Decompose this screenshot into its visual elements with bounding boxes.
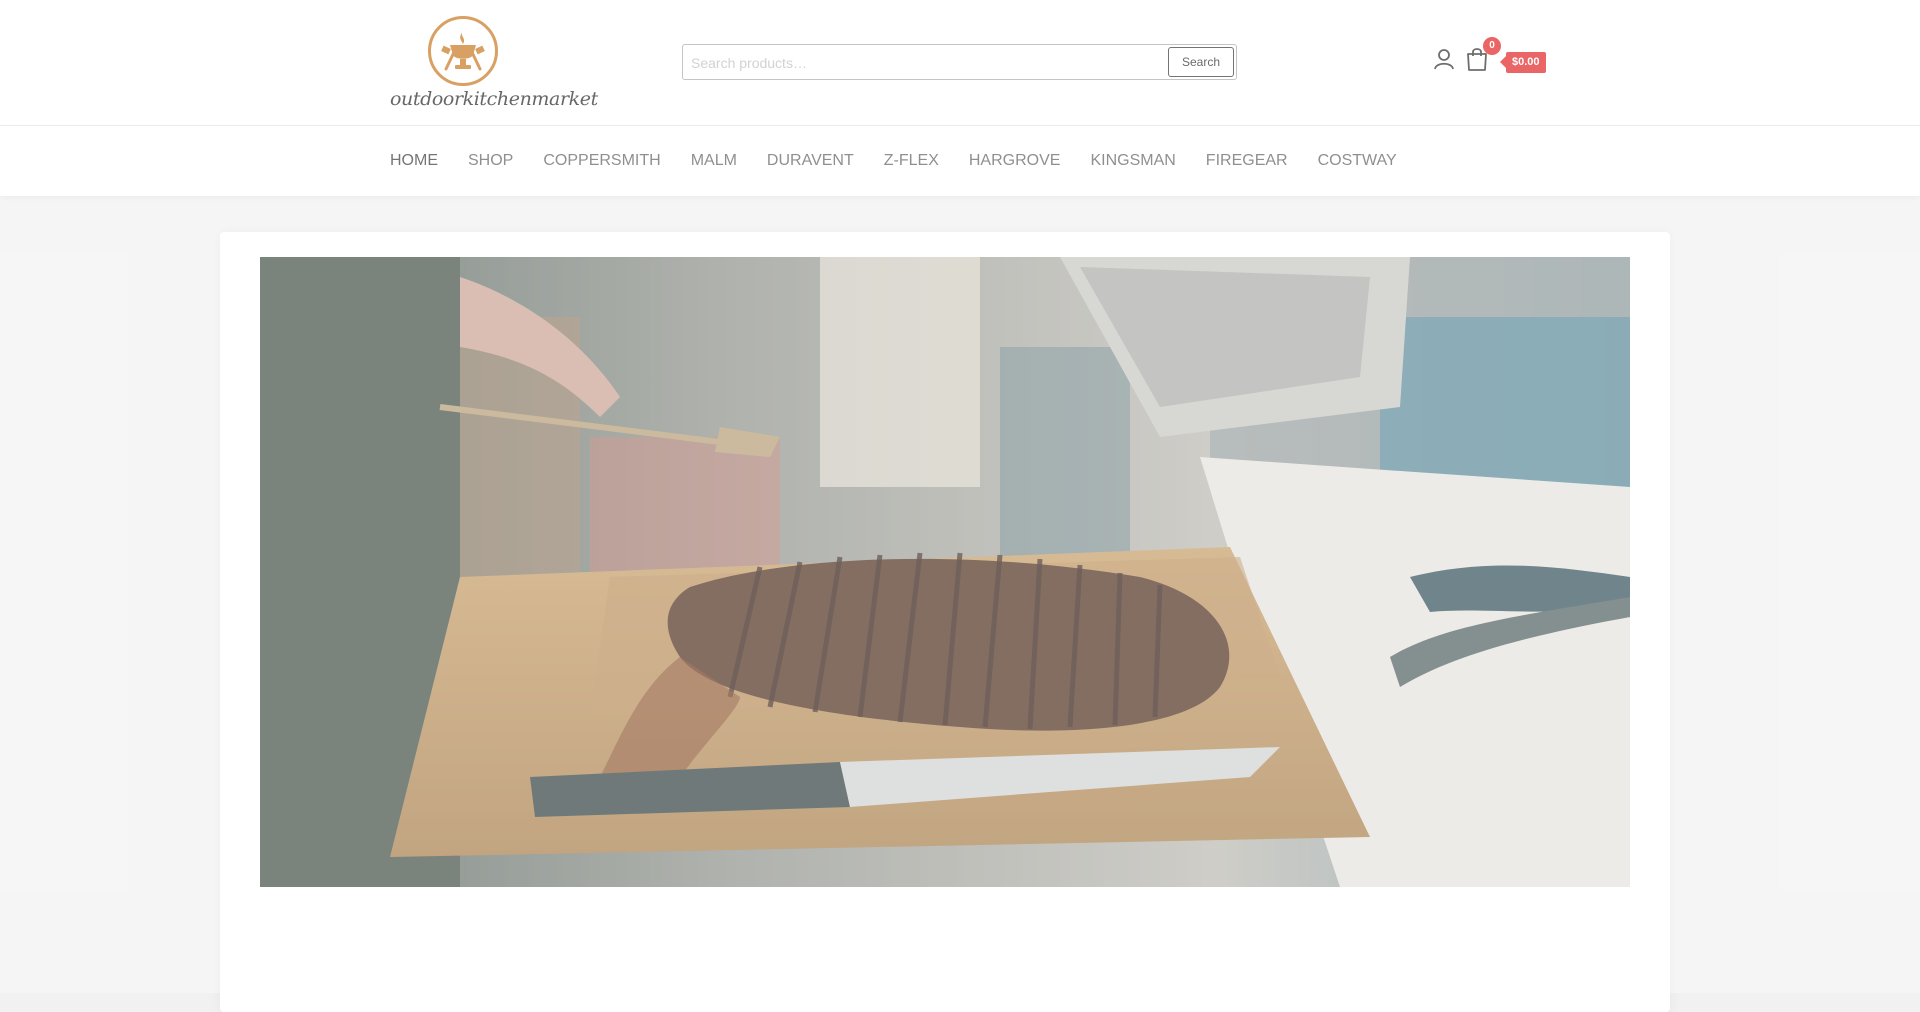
nav-item-shop[interactable]: SHOP xyxy=(468,152,513,170)
nav-item-malm[interactable]: MALM xyxy=(691,152,737,170)
site-logo[interactable]: outdoorkitchenmarket xyxy=(388,12,598,112)
search-button[interactable]: Search xyxy=(1168,47,1234,77)
nav-item-firegear[interactable]: FIREGEAR xyxy=(1206,152,1288,170)
search-input[interactable] xyxy=(689,49,1163,77)
nav-item-duravent[interactable]: DURAVENT xyxy=(767,152,854,170)
nav-item-home[interactable]: HOME xyxy=(390,152,438,170)
nav-item-hargrove[interactable]: HARGROVE xyxy=(969,152,1061,170)
logo-emblem xyxy=(428,16,498,86)
cart-count-badge[interactable]: 0 xyxy=(1483,37,1501,55)
nav-item-coppersmith[interactable]: COPPERSMITH xyxy=(543,152,660,170)
nav-item-z-flex[interactable]: Z-FLEX xyxy=(884,152,939,170)
nav-item-costway[interactable]: COSTWAY xyxy=(1318,152,1397,170)
hero-photo xyxy=(260,257,1630,887)
main-navigation: HOME SHOP COPPERSMITH MALM DURAVENT Z-FL… xyxy=(0,126,1920,196)
user-icon[interactable] xyxy=(1433,48,1455,70)
site-header: outdoorkitchenmarket Search 0 $0.00 xyxy=(0,0,1920,126)
search-bar: Search xyxy=(682,44,1237,80)
nav-item-kingsman[interactable]: KINGSMAN xyxy=(1090,152,1175,170)
cart-total-badge[interactable]: $0.00 xyxy=(1500,52,1546,73)
grill-trophy-icon xyxy=(441,31,485,71)
hero-image xyxy=(260,257,1630,887)
logo-text: outdoorkitchenmarket xyxy=(390,88,598,110)
